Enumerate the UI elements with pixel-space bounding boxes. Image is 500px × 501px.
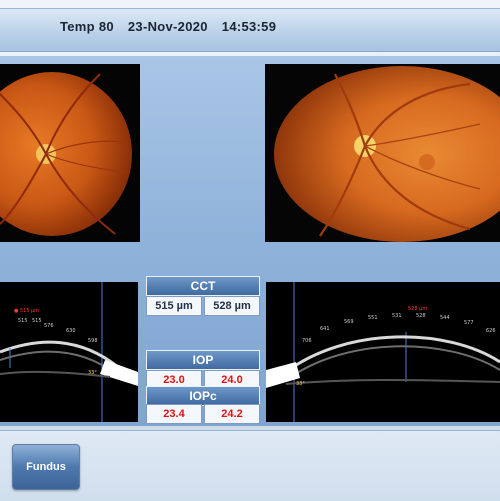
oct-left-value-4: 630 [66, 328, 76, 334]
oct-right-value-7: 544 [440, 315, 450, 321]
iopc-left-value: 23.4 [146, 404, 202, 424]
exam-time: 14:53:59 [221, 19, 277, 34]
oct-right-value-2: 641 [320, 326, 330, 332]
cct-title: CCT [146, 276, 260, 296]
oct-right-value-9: 626 [486, 328, 496, 334]
fundus-left-graphic [0, 64, 140, 242]
oct-right-red-label: 528 µm [408, 306, 427, 312]
oct-right-value-1: 706 [302, 338, 312, 344]
oct-right-value-8: 577 [464, 320, 474, 326]
patient-name: Temp 80 [60, 19, 114, 34]
cct-right-value: 528 µm [204, 296, 260, 316]
iopc-title: IOPc [146, 386, 260, 406]
oct-right-value-3: 569 [344, 319, 354, 325]
oct-right-value-4: 551 [368, 315, 378, 321]
oct-left-value-1: 515 [18, 318, 28, 324]
oct-right-value-5: 531 [392, 313, 402, 319]
fundus-button-label: Fundus [26, 461, 66, 473]
fundus-image-left[interactable] [0, 64, 140, 242]
fundus-right-graphic [265, 64, 500, 242]
oct-scan-left[interactable]: ● 515 µm 515 515 576 630 598 33° [0, 282, 138, 422]
fundus-button[interactable]: Fundus [12, 444, 80, 490]
exam-date: 23-Nov-2020 [127, 19, 208, 34]
oct-left-value-3: 576 [44, 323, 54, 329]
title-bar: Temp 80 23-Nov-2020 14:53:59 [0, 8, 500, 52]
oct-left-value-2: 515 [32, 318, 42, 324]
oct-left-graphic: ● 515 µm 515 515 576 630 598 33° [0, 282, 138, 422]
iopc-right-value: 24.2 [204, 404, 260, 424]
oct-left-red-label: ● 515 µm [14, 308, 39, 314]
oct-left-value-5: 598 [88, 338, 98, 344]
oct-right-graphic: 528 µm 706 641 569 551 531 528 544 577 6… [266, 282, 500, 422]
iop-title: IOP [146, 350, 260, 370]
cct-left-value: 515 µm [146, 296, 202, 316]
oct-right-value-6: 528 [416, 313, 426, 319]
oct-scan-right[interactable]: 528 µm 706 641 569 551 531 528 544 577 6… [266, 282, 500, 422]
fundus-image-right[interactable] [265, 64, 500, 242]
oct-left-angle: 33° [88, 370, 97, 376]
exam-header: Temp 80 23-Nov-2020 14:53:59 [60, 19, 290, 34]
oct-right-angle: 33° [296, 381, 305, 387]
